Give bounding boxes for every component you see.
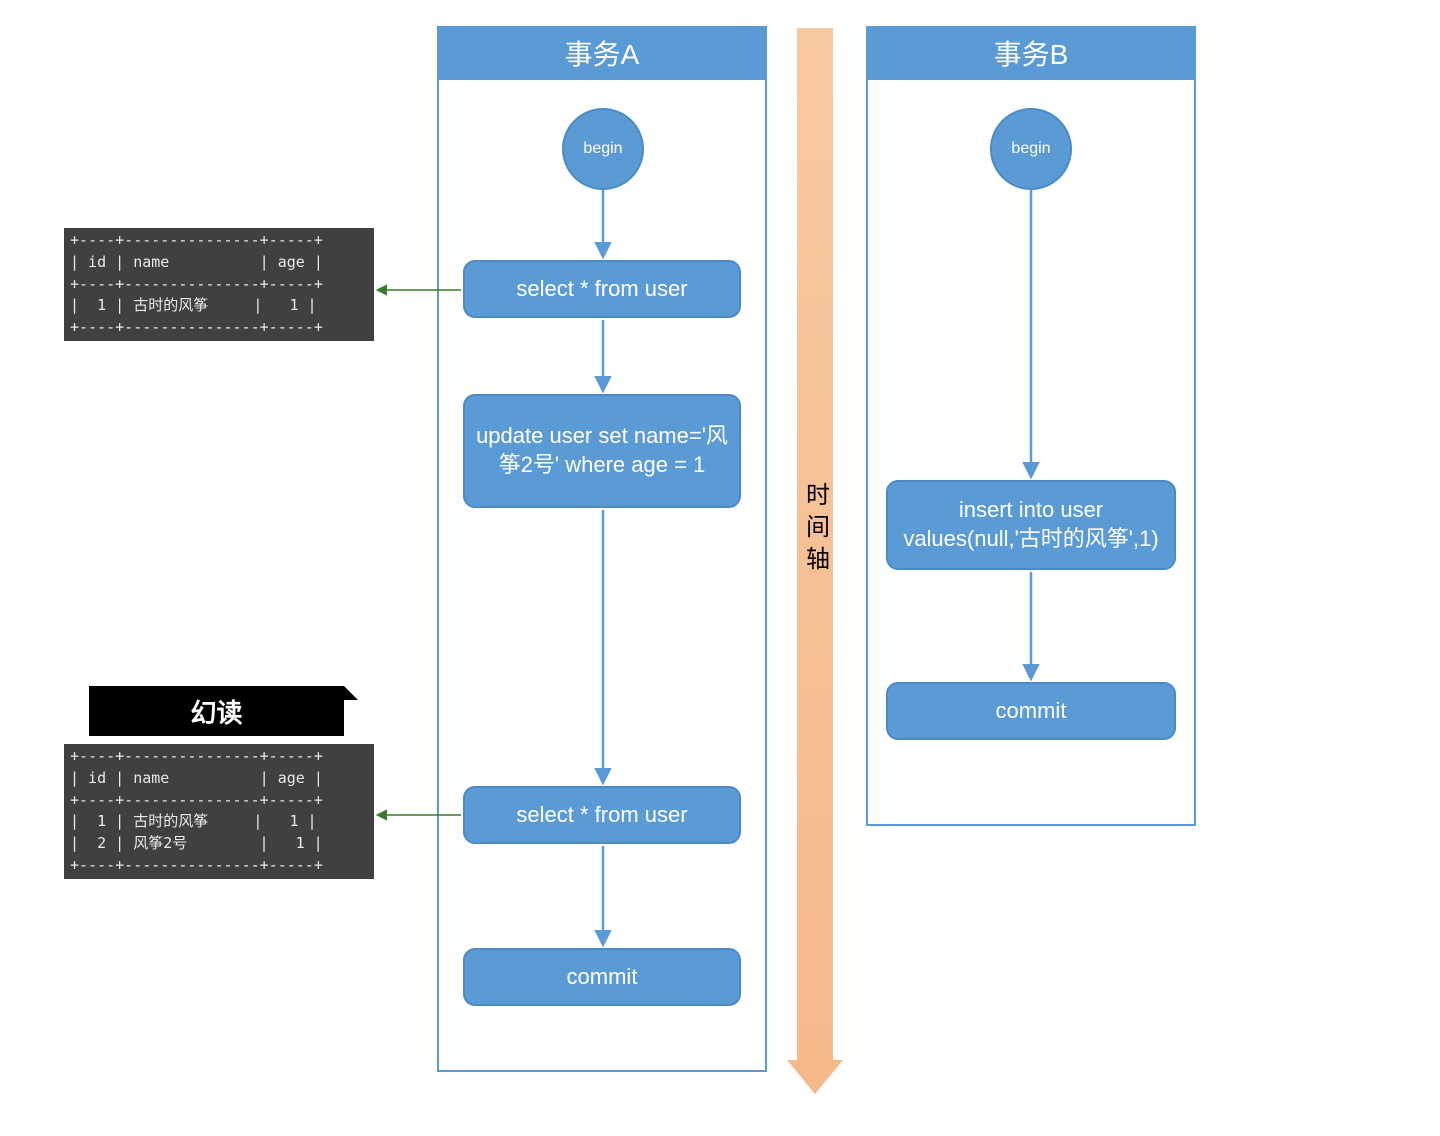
tx-a-step-select-1: select * from user: [463, 260, 741, 318]
begin-circle-b: begin: [990, 108, 1072, 190]
tx-a-step-update: update user set name='风筝2号' where age = …: [463, 394, 741, 508]
transaction-a-header: 事务A: [437, 26, 767, 80]
result-table-1: +----+---------------+-----+ | id | name…: [64, 228, 374, 341]
tx-b-step-insert: insert into user values(null,'古时的风筝',1): [886, 480, 1176, 570]
timeline-label: 时间轴: [805, 455, 825, 605]
phantom-read-title: 幻读: [89, 686, 344, 736]
transaction-b-header: 事务B: [866, 26, 1196, 80]
result-table-2: +----+---------------+-----+ | id | name…: [64, 744, 374, 879]
timeline-arrow-head: [787, 1060, 843, 1094]
tx-a-step-select-2: select * from user: [463, 786, 741, 844]
phantom-read-fold-icon: [344, 686, 358, 700]
tx-a-step-commit: commit: [463, 948, 741, 1006]
tx-b-step-commit: commit: [886, 682, 1176, 740]
begin-circle-a: begin: [562, 108, 644, 190]
